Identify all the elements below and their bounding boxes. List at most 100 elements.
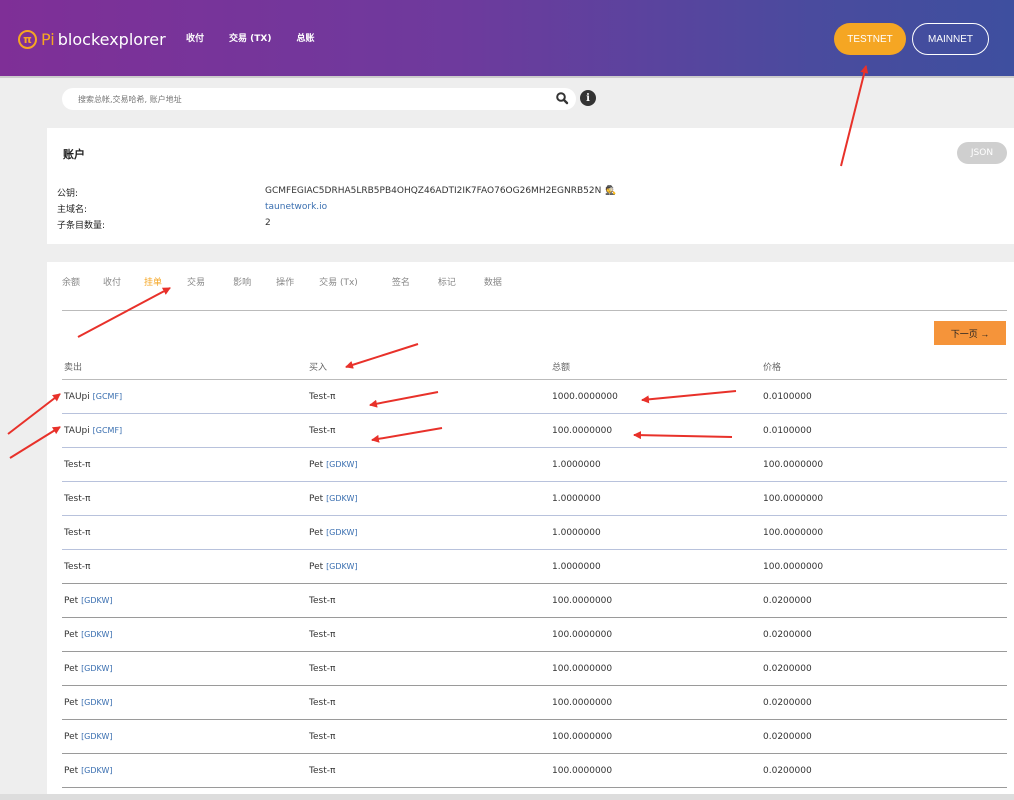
info-icon[interactable]: i (580, 90, 596, 106)
sell-asset-issuer-link[interactable]: [GDKW] (81, 596, 112, 605)
brand-logo[interactable]: π Pi blockexplorer (18, 26, 166, 52)
sell-asset-issuer-link[interactable]: [GCMF] (93, 426, 123, 435)
buy-asset-code[interactable]: Test-π (309, 766, 335, 776)
sell-asset-issuer-link[interactable]: [GDKW] (81, 664, 112, 673)
sell-asset-issuer-link[interactable]: [GDKW] (81, 732, 112, 741)
buy-asset[interactable]: Test-π (309, 630, 335, 640)
offer-amount: 100.0000000 (552, 426, 613, 436)
table-row: Test-π Pet [GDKW] 1.0000000 100.0000000 (62, 448, 1007, 482)
search-input[interactable] (62, 88, 576, 110)
tab-signers[interactable]: 签名 (392, 275, 410, 288)
sell-asset-issuer-link[interactable]: [GDKW] (81, 766, 112, 775)
sell-asset[interactable]: Test-π (64, 562, 90, 572)
mainnet-button[interactable]: MAINNET (912, 23, 989, 55)
horizontal-scrollbar[interactable] (0, 794, 1014, 800)
table-row: Test-π Pet [GDKW] 1.0000000 100.0000000 (62, 550, 1007, 584)
tab-payments[interactable]: 收付 (103, 275, 121, 288)
sell-asset[interactable]: Test-π (64, 494, 90, 504)
buy-asset[interactable]: Test-π (309, 392, 335, 402)
nav-item-payments[interactable]: 收付 (186, 31, 204, 44)
offer-price: 0.0100000 (763, 426, 812, 436)
buy-asset[interactable]: Pet [GDKW] (309, 528, 358, 538)
tab-flags[interactable]: 标记 (438, 275, 456, 288)
buy-asset[interactable]: Test-π (309, 698, 335, 708)
offer-price: 0.0200000 (763, 664, 812, 674)
sell-asset[interactable]: Pet [GDKW] (64, 698, 113, 708)
sell-asset-code[interactable]: Pet (64, 596, 78, 606)
buy-asset[interactable]: Test-π (309, 664, 335, 674)
sell-asset[interactable]: Test-π (64, 528, 90, 538)
sell-asset[interactable]: Pet [GDKW] (64, 630, 113, 640)
buy-asset-issuer-link[interactable]: [GDKW] (326, 528, 357, 537)
sell-asset[interactable]: Test-π (64, 460, 90, 470)
tab-operations[interactable]: 操作 (276, 275, 294, 288)
sell-asset-code[interactable]: Test-π (64, 528, 90, 538)
sell-asset-code[interactable]: Pet (64, 630, 78, 640)
sell-asset-issuer-link[interactable]: [GDKW] (81, 630, 112, 639)
offer-amount: 1.0000000 (552, 528, 601, 538)
sell-asset[interactable]: Pet [GDKW] (64, 732, 113, 742)
account-title: 账户 (63, 148, 85, 161)
buy-asset[interactable]: Test-π (309, 596, 335, 606)
sell-asset-issuer-link[interactable]: [GDKW] (81, 698, 112, 707)
buy-asset[interactable]: Pet [GDKW] (309, 460, 358, 470)
sell-asset-code[interactable]: Test-π (64, 494, 90, 504)
buy-asset-code[interactable]: Test-π (309, 426, 335, 436)
buy-asset-code[interactable]: Test-π (309, 392, 335, 402)
sell-asset[interactable]: Pet [GDKW] (64, 596, 113, 606)
sell-asset-code[interactable]: TAUpi (64, 392, 90, 402)
sell-asset-code[interactable]: Pet (64, 698, 78, 708)
buy-asset-issuer-link[interactable]: [GDKW] (326, 562, 357, 571)
tab-balances[interactable]: 余额 (62, 275, 80, 288)
offer-amount: 100.0000000 (552, 698, 613, 708)
sell-asset-code[interactable]: Test-π (64, 562, 90, 572)
buy-asset[interactable]: Test-π (309, 426, 335, 436)
sell-asset[interactable]: Pet [GDKW] (64, 766, 113, 776)
buy-asset-code[interactable]: Pet (309, 528, 323, 538)
json-button[interactable]: JSON (957, 142, 1007, 164)
puppet-icon[interactable]: 🕵 (605, 186, 616, 196)
search-icon[interactable] (555, 91, 569, 105)
buy-asset[interactable]: Test-π (309, 732, 335, 742)
buy-asset-code[interactable]: Pet (309, 562, 323, 572)
buy-asset-issuer-link[interactable]: [GDKW] (326, 494, 357, 503)
brand-name-text: blockexplorer (57, 29, 166, 49)
buy-asset-code[interactable]: Test-π (309, 732, 335, 742)
offer-price: 100.0000000 (763, 562, 824, 572)
sell-asset-issuer-link[interactable]: [GCMF] (93, 392, 123, 401)
buy-asset-code[interactable]: Pet (309, 494, 323, 504)
public-key-label: 公钥: (57, 189, 79, 199)
table-row: TAUpi [GCMF] Test-π 100.0000000 0.0100000 (62, 414, 1007, 448)
sell-asset-code[interactable]: TAUpi (64, 426, 90, 436)
home-domain-link[interactable]: taunetwork.io (265, 202, 327, 212)
sell-asset-code[interactable]: Pet (64, 732, 78, 742)
sell-asset-code[interactable]: Pet (64, 664, 78, 674)
sell-asset-code[interactable]: Test-π (64, 460, 90, 470)
tab-effects[interactable]: 影响 (233, 275, 251, 288)
next-page-button[interactable]: 下一页 → (934, 321, 1006, 345)
offer-amount: 1000.0000000 (552, 392, 618, 402)
buy-asset-code[interactable]: Test-π (309, 664, 335, 674)
buy-asset-code[interactable]: Test-π (309, 630, 335, 640)
offer-amount: 100.0000000 (552, 630, 613, 640)
buy-asset[interactable]: Pet [GDKW] (309, 562, 358, 572)
sell-asset-code[interactable]: Pet (64, 766, 78, 776)
home-domain-label: 主域名: (57, 205, 88, 215)
tab-transactions[interactable]: 交易 (Tx) (319, 275, 358, 288)
buy-asset-issuer-link[interactable]: [GDKW] (326, 460, 357, 469)
nav-item-transactions[interactable]: 交易 (TX) (229, 31, 271, 44)
public-key-value: GCMFEGIAC5DRHA5LRB5PB4OHQZ46ADTI2IK7FAO7… (265, 186, 617, 196)
sell-asset[interactable]: TAUpi [GCMF] (64, 426, 122, 436)
buy-asset-code[interactable]: Test-π (309, 596, 335, 606)
buy-asset[interactable]: Test-π (309, 766, 335, 776)
sell-asset[interactable]: TAUpi [GCMF] (64, 392, 122, 402)
testnet-button[interactable]: TESTNET (834, 23, 906, 55)
nav-item-ledgers[interactable]: 总账 (296, 31, 314, 44)
tab-trades[interactable]: 交易 (187, 275, 205, 288)
buy-asset[interactable]: Pet [GDKW] (309, 494, 358, 504)
tab-offers[interactable]: 挂单 (144, 275, 162, 288)
buy-asset-code[interactable]: Pet (309, 460, 323, 470)
sell-asset[interactable]: Pet [GDKW] (64, 664, 113, 674)
buy-asset-code[interactable]: Test-π (309, 698, 335, 708)
tab-data[interactable]: 数据 (484, 275, 502, 288)
